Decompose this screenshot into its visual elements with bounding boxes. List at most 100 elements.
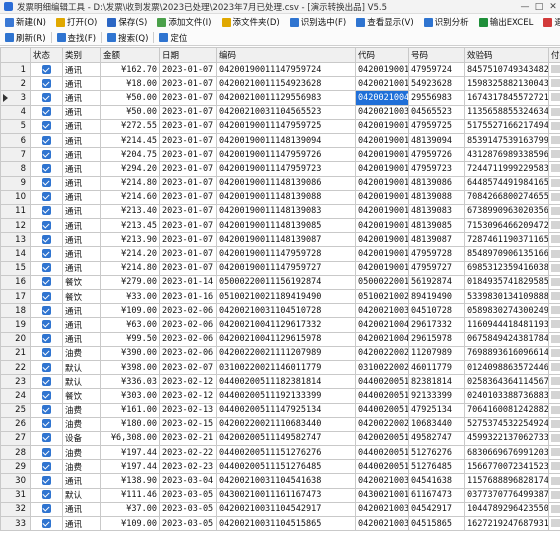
invoice-dm-cell[interactable]: 042002200211 (355, 345, 409, 361)
date-cell[interactable]: 2023-01-14 (159, 274, 217, 291)
amount-cell[interactable]: ¥213.40 (100, 203, 160, 220)
table-row[interactable]: 14 通讯 ¥214.20 2023-01-07 0420019001114795972… (0, 246, 560, 262)
invoice-number-cell[interactable]: 47959723 (408, 161, 465, 177)
amount-cell[interactable]: ¥6,308.00 (100, 430, 160, 447)
date-cell[interactable]: 2023-01-07 (159, 161, 217, 177)
invoice-dm-cell[interactable]: 042001900111 (355, 232, 409, 248)
amount-cell[interactable]: ¥111.46 (100, 487, 160, 503)
status-checkbox[interactable] (30, 189, 63, 205)
amount-cell[interactable]: ¥213.45 (100, 218, 160, 234)
payer-cell[interactable] (548, 445, 560, 461)
invoice-dm-cell[interactable]: 042002100311 (355, 473, 409, 489)
date-cell[interactable]: 2023-01-07 (159, 232, 217, 248)
category-cell[interactable]: 油费 (62, 459, 101, 475)
invoice-code-cell[interactable]: 04300210011161167473 (216, 487, 356, 503)
payer-cell[interactable] (548, 147, 560, 163)
check-code-cell[interactable]: 16272192476879313713 (464, 515, 549, 532)
invoice-code-cell[interactable]: 04200190011148139094 (216, 132, 356, 149)
invoice-dm-cell[interactable]: 042002100311 (355, 501, 409, 518)
check-code-cell[interactable]: 06758494243817847384 (464, 331, 549, 347)
table-row[interactable]: 16 餐饮 ¥279.00 2023-01-14 0500022001115619287… (0, 274, 560, 291)
invoice-number-cell[interactable]: 47925134 (408, 402, 465, 418)
payer-cell[interactable] (548, 374, 560, 390)
check-code-cell[interactable]: 71530964662094720807 (464, 218, 549, 234)
date-cell[interactable]: 2023-01-07 (159, 189, 217, 205)
invoice-number-cell[interactable]: 29615978 (408, 331, 465, 347)
invoice-code-cell[interactable]: 04200220021111207989 (216, 345, 356, 361)
amount-cell[interactable]: ¥294.20 (100, 161, 160, 177)
category-cell[interactable]: 通讯 (62, 61, 101, 78)
date-cell[interactable]: 2023-02-21 (159, 430, 217, 447)
category-cell[interactable]: 默认 (62, 487, 101, 503)
date-cell[interactable]: 2023-02-12 (159, 374, 217, 390)
invoice-dm-cell[interactable]: 042002100311 (355, 303, 409, 319)
amount-cell[interactable]: ¥390.00 (100, 345, 160, 361)
payer-cell[interactable] (548, 317, 560, 333)
invoice-code-cell[interactable]: 04200210031104515865 (216, 515, 356, 532)
category-cell[interactable]: 通讯 (62, 161, 101, 177)
status-checkbox[interactable] (30, 288, 63, 305)
checkbox-checked-icon[interactable] (42, 206, 51, 216)
invoice-code-cell[interactable]: 04200190011148139083 (216, 203, 356, 220)
payer-cell[interactable] (548, 416, 560, 432)
table-row[interactable]: 15 通讯 ¥214.80 2023-01-07 0420019001114795972… (0, 260, 560, 276)
category-cell[interactable]: 设备 (62, 430, 101, 447)
category-cell[interactable]: 通讯 (62, 303, 101, 319)
invoice-number-cell[interactable]: 61167473 (408, 487, 465, 503)
status-checkbox[interactable] (30, 388, 63, 404)
amount-cell[interactable]: ¥214.60 (100, 189, 160, 205)
date-cell[interactable]: 2023-01-07 (159, 260, 217, 276)
payer-cell[interactable] (548, 388, 560, 404)
amount-cell[interactable]: ¥33.00 (100, 288, 160, 305)
table-row[interactable]: 26 油费 ¥180.00 2023-02-15 0420022002111068344… (0, 416, 560, 432)
table-row[interactable]: 3 通讯 ¥50.00 2023-01-07 04200210011129556983 0… (0, 90, 560, 106)
status-checkbox[interactable] (30, 274, 63, 291)
checkbox-checked-icon[interactable] (42, 405, 51, 415)
check-code-cell[interactable]: 01849357418295850768 (464, 274, 549, 291)
date-cell[interactable]: 2023-01-16 (159, 288, 217, 305)
invoice-dm-cell[interactable]: 042002100411 (355, 331, 409, 347)
invoice-code-cell[interactable]: 04200210011129556983 (216, 90, 356, 106)
checkbox-checked-icon[interactable] (42, 433, 51, 443)
column-header[interactable]: 状态 (30, 47, 63, 63)
category-cell[interactable]: 通讯 (62, 515, 101, 532)
status-checkbox[interactable] (30, 218, 63, 234)
invoice-code-cell[interactable]: 04200210031104541638 (216, 473, 356, 489)
checkbox-checked-icon[interactable] (42, 291, 51, 301)
locate-button[interactable]: 定位 (156, 31, 190, 45)
status-checkbox[interactable] (30, 374, 63, 390)
row-number[interactable]: 7 (0, 147, 31, 163)
row-number[interactable]: 24 (0, 388, 31, 404)
row-number[interactable]: 27 (0, 430, 31, 447)
category-cell[interactable]: 通讯 (62, 147, 101, 163)
payer-cell[interactable] (548, 345, 560, 361)
invoice-number-cell[interactable]: 48139088 (408, 189, 465, 205)
category-cell[interactable]: 通讯 (62, 90, 101, 106)
invoice-code-cell[interactable]: 04200210041129617332 (216, 317, 356, 333)
invoice-dm-cell[interactable]: 042001900111 (355, 203, 409, 220)
row-number[interactable]: 1 (0, 61, 31, 78)
category-cell[interactable]: 默认 (62, 359, 101, 376)
row-number[interactable]: 15 (0, 260, 31, 276)
check-code-cell[interactable]: 51755271662174949166 (464, 118, 549, 134)
check-code-cell[interactable]: 85391475391637993122 (464, 132, 549, 149)
invoice-number-cell[interactable]: 04510728 (408, 303, 465, 319)
category-cell[interactable]: 油费 (62, 345, 101, 361)
checkbox-checked-icon[interactable] (42, 390, 51, 400)
amount-cell[interactable]: ¥99.50 (100, 331, 160, 347)
open-button[interactable]: 打开(O) (53, 15, 100, 29)
save-button[interactable]: 保存(S) (104, 15, 150, 29)
category-cell[interactable]: 餐饮 (62, 288, 101, 305)
invoice-code-cell[interactable]: 04400200511147925134 (216, 402, 356, 418)
checkbox-checked-icon[interactable] (42, 149, 51, 159)
invoice-number-cell[interactable]: 48139085 (408, 218, 465, 234)
category-cell[interactable]: 通讯 (62, 473, 101, 489)
invoice-dm-cell[interactable]: 042002100111 (355, 76, 409, 92)
date-cell[interactable]: 2023-01-07 (159, 132, 217, 149)
payer-cell[interactable] (548, 487, 560, 503)
checkbox-checked-icon[interactable] (42, 178, 51, 188)
invoice-code-cell[interactable]: 04200190011148139086 (216, 175, 356, 191)
invoice-code-cell[interactable]: 04200190011147959727 (216, 260, 356, 276)
invoice-dm-cell[interactable]: 042002100311 (355, 104, 409, 120)
payer-cell[interactable] (548, 76, 560, 92)
